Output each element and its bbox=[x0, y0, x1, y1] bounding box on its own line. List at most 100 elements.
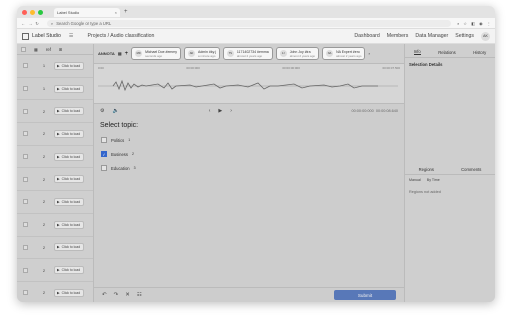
row-checkbox[interactable] bbox=[23, 154, 28, 160]
regions-panel: Regions Comments Manual By Time Regions … bbox=[405, 164, 495, 199]
add-annotation-icon[interactable]: + bbox=[125, 51, 129, 57]
zoom-icon[interactable]: ⌕ bbox=[457, 21, 459, 26]
row-checkbox[interactable] bbox=[23, 63, 28, 69]
close-icon[interactable]: × bbox=[115, 10, 117, 15]
table-row[interactable]: 1 ▶ Click to load bbox=[17, 55, 93, 78]
choice-checkbox[interactable] bbox=[101, 165, 107, 171]
tab-comments[interactable]: Comments bbox=[461, 167, 481, 172]
load-audio-button[interactable]: ▶ Click to load bbox=[54, 197, 84, 206]
choice-option[interactable]: Politics 1 bbox=[94, 133, 404, 147]
audio-waveform[interactable]: 0:00 00:00:000 00:00:00:000 00:00:07.500 bbox=[94, 64, 404, 104]
settings-sliders-icon[interactable]: ☷ bbox=[137, 292, 142, 298]
annotation-card[interactable]: TS 1171402734 #emma almost 2 years ago bbox=[222, 47, 273, 60]
row-checkbox[interactable] bbox=[23, 108, 28, 114]
url-input[interactable]: ⌕ Search Google or type a URL bbox=[46, 19, 452, 27]
table-row[interactable]: 2 ▶ Click to load bbox=[17, 168, 93, 192]
load-label: Click to load bbox=[61, 222, 81, 227]
plus-icon[interactable]: + bbox=[124, 9, 128, 15]
row-checkbox[interactable] bbox=[23, 199, 28, 205]
profile-icon[interactable]: ◉ bbox=[479, 21, 483, 26]
row-number: 2 bbox=[42, 244, 46, 250]
menu-toggle-icon[interactable]: ☰ bbox=[69, 33, 74, 39]
table-row[interactable]: 2 ▶ Click to load bbox=[17, 214, 93, 237]
select-all-checkbox[interactable] bbox=[21, 46, 26, 52]
play-icon: ▶ bbox=[57, 154, 60, 159]
annotation-card[interactable]: JJ John Joy #ira almost 2 years ago bbox=[275, 47, 320, 60]
extension-icon[interactable]: ◧ bbox=[471, 21, 475, 26]
browser-tab[interactable]: Label Studio × bbox=[54, 7, 120, 17]
play-icon[interactable]: ▶ bbox=[218, 108, 222, 114]
nav-data-manager[interactable]: Data Manager bbox=[415, 33, 448, 39]
star-icon[interactable]: ☆ bbox=[463, 21, 467, 26]
minimize-dot[interactable] bbox=[30, 9, 35, 15]
menu-icon[interactable]: ⋮ bbox=[487, 21, 491, 26]
choice-option[interactable]: ✓ Business 2 bbox=[94, 147, 404, 161]
prev-icon[interactable]: ‹ bbox=[209, 108, 211, 114]
table-row[interactable]: 2 ▶ Click to load bbox=[17, 146, 93, 169]
row-checkbox[interactable] bbox=[23, 244, 28, 250]
load-audio-button[interactable]: ▶ Click to load bbox=[54, 266, 84, 275]
undo-icon[interactable]: ↶ bbox=[102, 292, 107, 298]
avatar[interactable]: AK bbox=[481, 31, 490, 41]
row-checkbox[interactable] bbox=[23, 267, 28, 273]
redo-icon[interactable]: ↷ bbox=[114, 292, 119, 298]
tab-info[interactable]: Info bbox=[413, 49, 421, 55]
bottom-toolbar: ↶ ↷ ✕ ☷ Submit bbox=[94, 287, 404, 302]
table-row[interactable]: 2 ▶ Click to load bbox=[17, 191, 93, 214]
grid-view-icon[interactable]: ▦ bbox=[118, 51, 122, 56]
annotation-card[interactable]: NA NA Expert #ero almost 2 years ago bbox=[322, 47, 366, 60]
next-icon[interactable]: › bbox=[230, 108, 232, 114]
sort-by-time[interactable]: By Time bbox=[427, 178, 440, 182]
breadcrumb[interactable]: Projects / Audio classification bbox=[88, 33, 155, 39]
maximize-dot[interactable] bbox=[38, 9, 43, 15]
annotation-card[interactable]: AD Admin #ky.j a minute ago bbox=[184, 47, 220, 60]
table-row[interactable]: 2 ▶ Click to load bbox=[17, 123, 93, 146]
annotation-card[interactable]: MD Michael Doe #emmy seconds ago bbox=[131, 47, 182, 60]
nav-settings[interactable]: Settings bbox=[455, 33, 474, 39]
row-checkbox[interactable] bbox=[23, 290, 28, 296]
table-row[interactable]: 2 ▶ Click to load bbox=[17, 237, 93, 260]
back-icon[interactable]: ← bbox=[21, 21, 25, 26]
load-audio-button[interactable]: ▶ Click to load bbox=[54, 84, 84, 93]
clear-icon[interactable]: ✕ bbox=[125, 292, 130, 298]
load-audio-button[interactable]: ▶ Click to load bbox=[54, 129, 84, 138]
tab-regions[interactable]: Regions bbox=[419, 167, 434, 172]
load-audio-button[interactable]: ▶ Click to load bbox=[54, 243, 84, 252]
sort-manual[interactable]: Manual bbox=[409, 178, 421, 182]
load-audio-button[interactable]: ▶ Click to load bbox=[54, 61, 84, 70]
nav-members[interactable]: Members bbox=[387, 33, 409, 39]
table-row[interactable]: 1 ▶ Click to load bbox=[17, 78, 93, 101]
row-checkbox[interactable] bbox=[23, 131, 28, 137]
grid-icon[interactable]: ▦ bbox=[34, 47, 38, 52]
load-audio-button[interactable]: ▶ Click to load bbox=[54, 152, 84, 161]
load-audio-button[interactable]: ▶ Click to load bbox=[54, 288, 84, 297]
choice-option[interactable]: Education 3 bbox=[94, 161, 404, 175]
tab-history[interactable]: History bbox=[473, 50, 486, 55]
close-dot[interactable] bbox=[22, 9, 27, 15]
load-audio-button[interactable]: ▶ Click to load bbox=[54, 107, 84, 116]
load-audio-button[interactable]: ▶ Click to load bbox=[54, 220, 84, 229]
table-row[interactable]: 2 ▶ Click to load bbox=[17, 100, 93, 124]
submit-button[interactable]: Submit bbox=[334, 290, 396, 300]
row-checkbox[interactable] bbox=[23, 222, 28, 228]
volume-icon[interactable]: 🔈 bbox=[112, 108, 118, 114]
load-audio-button[interactable]: ▶ Click to load bbox=[54, 175, 84, 184]
table-row[interactable]: 2 ▶ Click to load bbox=[17, 282, 93, 302]
load-label: Click to load bbox=[61, 86, 81, 91]
reload-icon[interactable]: ↻ bbox=[35, 21, 39, 26]
settings-icon[interactable]: ⚙ bbox=[100, 108, 104, 114]
row-checkbox[interactable] bbox=[23, 176, 28, 182]
choice-checkbox[interactable]: ✓ bbox=[101, 151, 107, 157]
chevron-right-icon[interactable]: › bbox=[368, 51, 369, 56]
tab-relations[interactable]: Relations bbox=[438, 50, 455, 55]
choice-checkbox[interactable] bbox=[101, 137, 107, 143]
columns-icon[interactable]: ⊞ bbox=[59, 47, 63, 52]
table-row[interactable]: 2 ▶ Click to load bbox=[17, 259, 93, 282]
row-number: 2 bbox=[42, 176, 46, 182]
app-name: Label Studio bbox=[32, 33, 61, 39]
nav-dashboard[interactable]: Dashboard bbox=[354, 33, 379, 39]
choice-label: Education bbox=[111, 165, 130, 171]
row-checkbox[interactable] bbox=[23, 86, 28, 92]
row-number: 2 bbox=[42, 108, 46, 114]
forward-icon[interactable]: → bbox=[28, 21, 32, 26]
